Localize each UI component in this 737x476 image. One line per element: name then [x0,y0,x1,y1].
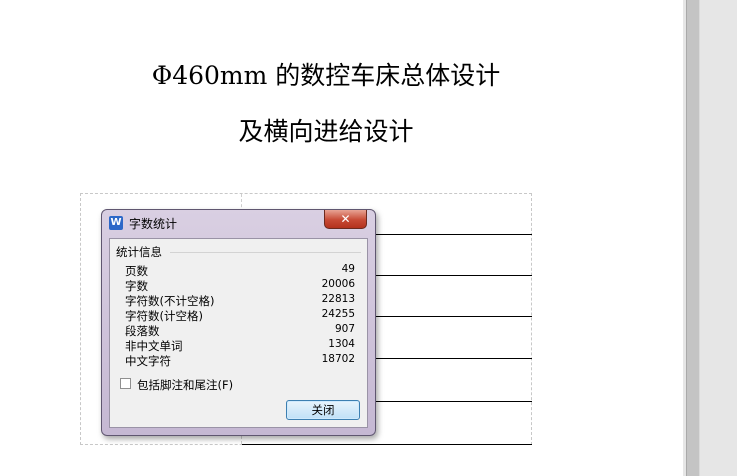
stat-label: 中文字符 [125,354,171,368]
dialog-title: 字数统计 [129,217,178,231]
include-footnotes-label[interactable]: 包括脚注和尾注(F) [137,377,233,393]
stat-label: 字符数(不计空格) [125,294,215,308]
wps-writer-icon: W [109,216,123,230]
stat-value: 20006 [321,278,355,290]
stat-value: 1304 [328,338,355,350]
stat-label: 字符数(计空格) [125,309,203,323]
include-footnotes-checkbox[interactable] [120,378,131,389]
stat-label: 段落数 [125,324,160,338]
table-row-line [242,444,532,445]
vertical-scrollbar[interactable] [686,0,700,476]
stat-value: 22813 [321,293,355,305]
stat-value: 49 [341,263,355,275]
stat-row-chars-no-spaces: 字符数(不计空格) 22813 [125,293,355,308]
stat-row-chars-with-spaces: 字符数(计空格) 24255 [125,308,355,323]
close-icon[interactable]: ✕ [324,210,367,229]
stat-label: 非中文单词 [125,339,183,353]
stat-row-paragraphs: 段落数 907 [125,323,355,338]
close-button[interactable]: 关闭 [286,400,360,420]
stat-value: 907 [334,323,355,335]
stat-value: 24255 [321,308,355,320]
dialog-content: 统计信息 页数 49 字数 20006 字符数(不计空格) 22813 字符数(… [109,238,368,428]
stat-row-words: 字数 20006 [125,278,355,293]
stat-label: 字数 [125,279,148,293]
document-title-line-1: Φ460mm 的数控车床总体设计 [151,61,501,90]
stat-row-pages: 页数 49 [125,263,355,278]
dialog-titlebar[interactable]: W 字数统计 ✕ [102,210,375,235]
stat-value: 18702 [321,353,355,365]
stat-row-chinese-chars: 中文字符 18702 [125,353,355,368]
word-count-dialog: W 字数统计 ✕ 统计信息 页数 49 字数 20006 字符数(不计空格) 2… [101,209,376,436]
stat-label: 页数 [125,264,148,278]
document-title-line-2: 及横向进给设计 [238,117,414,146]
group-divider [170,252,361,253]
group-label: 统计信息 [116,245,162,259]
stat-row-non-chinese-words: 非中文单词 1304 [125,338,355,353]
